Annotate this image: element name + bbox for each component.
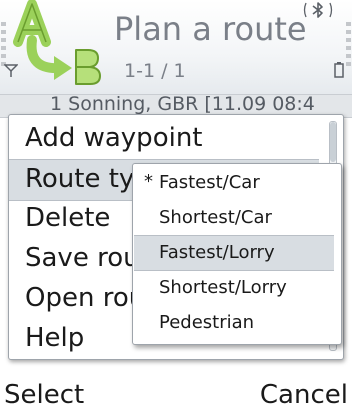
list-item-label: 1 Sonning, GBR [11.09 08:4 <box>50 93 315 115</box>
select-softkey[interactable]: Select <box>4 380 84 410</box>
antenna-icon <box>4 64 18 77</box>
menu-item-label: Route ty <box>25 164 135 194</box>
menu-item-label: Help <box>25 323 85 353</box>
selected-marker: * <box>144 171 153 192</box>
submenu-item-label: Fastest/Car <box>159 172 260 193</box>
page-title: Plan a route <box>114 10 307 48</box>
battery-level-bar <box>346 22 351 70</box>
submenu-item-shortest-lorry[interactable]: Shortest/Lorry <box>134 271 334 305</box>
menu-item-label: Open rou <box>25 283 146 313</box>
submenu-item-label: Pedestrian <box>159 312 255 333</box>
submenu-item-pedestrian[interactable]: Pedestrian <box>134 306 334 340</box>
submenu-item-label: Shortest/Lorry <box>159 277 287 298</box>
menu-item-label: Add waypoint <box>25 123 203 153</box>
submenu-item-label: Fastest/Lorry <box>159 242 275 263</box>
signal-strength-bar <box>1 22 6 70</box>
menu-item-add-waypoint[interactable]: Add waypoint <box>9 119 319 159</box>
submenu-item-label: Shortest/Car <box>159 207 272 228</box>
menu-item-label: Save rou <box>25 243 140 273</box>
submenu-item-shortest-car[interactable]: Shortest/Car <box>134 201 334 235</box>
title-pane: Plan a route 1-1 / 1 <box>0 0 352 94</box>
battery-icon <box>334 62 344 78</box>
route-counter: 1-1 / 1 <box>124 60 186 82</box>
submenu-item-fastest-car[interactable]: * Fastest/Car <box>134 166 334 200</box>
menu-scroll-thumb[interactable] <box>330 122 336 162</box>
route-planner-icon <box>13 0 101 85</box>
route-type-submenu: * Fastest/Car Shortest/Car Fastest/Lorry… <box>132 163 342 345</box>
submenu-item-fastest-lorry[interactable]: Fastest/Lorry <box>134 235 334 271</box>
menu-item-label: Delete <box>25 203 111 233</box>
bluetooth-icon <box>303 2 333 18</box>
cancel-softkey[interactable]: Cancel <box>260 380 348 410</box>
